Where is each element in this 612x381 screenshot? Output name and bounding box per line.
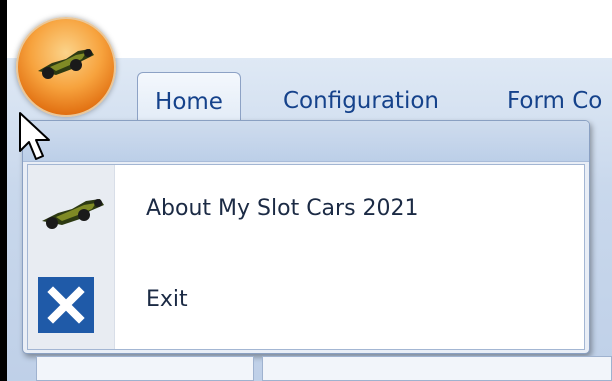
menu-item-label: Exit <box>146 287 188 312</box>
application-menu-dropdown: About My Slot Cars 2021 Exit <box>22 120 590 354</box>
dashboard-group-partial <box>36 356 254 381</box>
slot-car-icon <box>42 199 104 229</box>
tab-form-co[interactable]: Form Co <box>507 72 602 120</box>
menu-items: About My Slot Cars 2021 Exit <box>27 164 585 350</box>
tab-home[interactable]: Home <box>137 72 241 120</box>
application-menu-button[interactable] <box>16 17 116 117</box>
menu-item-exit[interactable]: Exit <box>28 257 584 349</box>
menu-item-about[interactable]: About My Slot Cars 2021 <box>28 165 584 257</box>
menu-item-label: About My Slot Cars 2021 <box>146 196 419 221</box>
mouse-cursor-icon <box>19 112 50 160</box>
collection-group-partial <box>262 356 612 381</box>
tab-configuration[interactable]: Configuration <box>283 72 439 120</box>
slot-car-icon <box>38 49 94 79</box>
window-left-edge <box>0 0 7 381</box>
close-icon <box>38 277 94 333</box>
menu-header <box>23 121 589 162</box>
